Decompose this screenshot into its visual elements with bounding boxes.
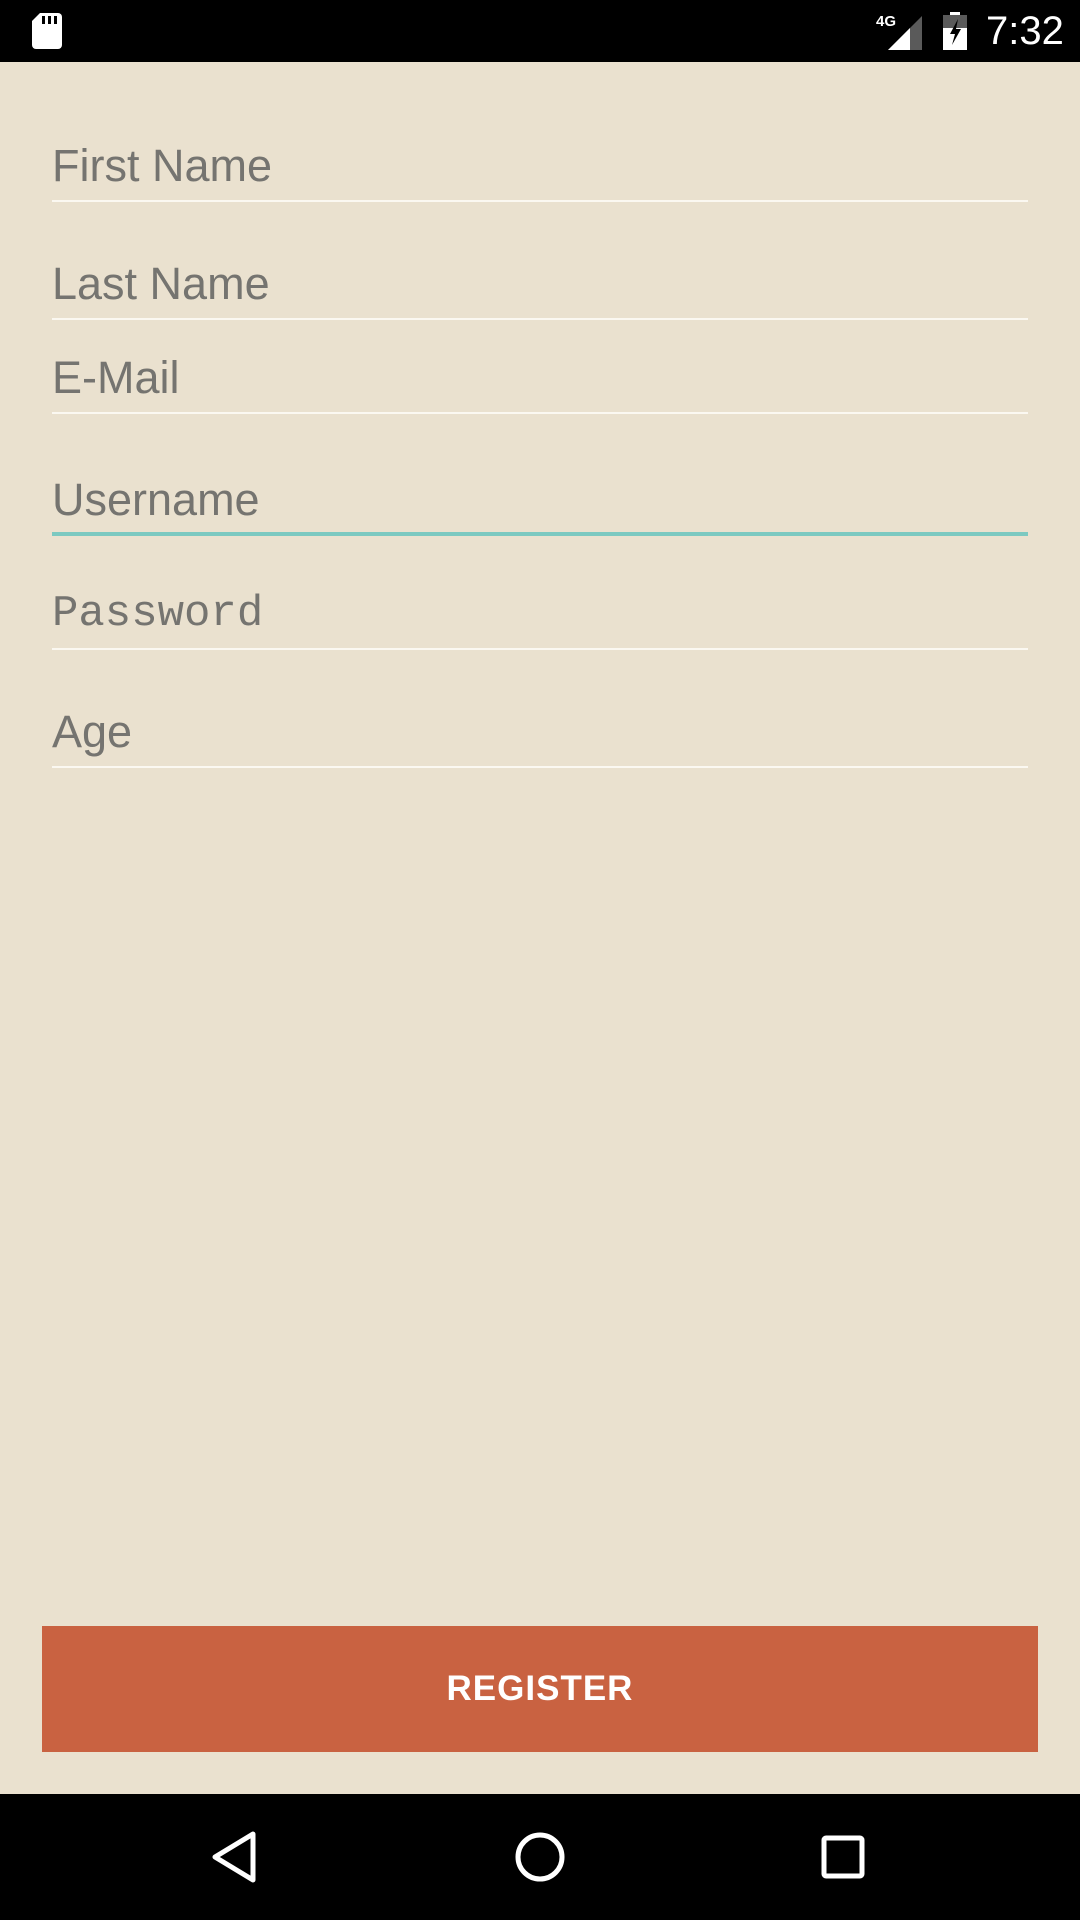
recents-icon[interactable] bbox=[810, 1824, 876, 1890]
cellular-signal-icon: 4G bbox=[876, 13, 922, 50]
first-name-field[interactable]: First Name bbox=[52, 124, 1028, 202]
last-name-field[interactable]: Last Name bbox=[52, 242, 1028, 320]
username-field[interactable]: Username bbox=[52, 454, 1028, 536]
age-field[interactable]: Age bbox=[52, 690, 1028, 768]
password-field[interactable]: Password bbox=[52, 572, 1028, 650]
last-name-underline bbox=[52, 318, 1028, 320]
username-underline bbox=[52, 532, 1028, 536]
battery-charging-icon bbox=[943, 12, 967, 50]
password-underline bbox=[52, 648, 1028, 650]
age-underline bbox=[52, 766, 1028, 768]
username-placeholder: Username bbox=[52, 474, 260, 525]
register-button[interactable]: REGISTER bbox=[42, 1626, 1038, 1752]
back-icon[interactable] bbox=[203, 1824, 269, 1890]
first-name-underline bbox=[52, 200, 1028, 202]
age-placeholder: Age bbox=[52, 706, 133, 757]
status-time: 7:32 bbox=[986, 9, 1064, 53]
email-underline bbox=[52, 412, 1028, 414]
status-bar: 4G 7:32 bbox=[0, 0, 1080, 62]
navigation-bar bbox=[0, 1794, 1080, 1920]
email-placeholder: E-Mail bbox=[52, 352, 180, 403]
password-placeholder: Password bbox=[52, 589, 264, 639]
sd-card-icon bbox=[32, 13, 62, 49]
email-field[interactable]: E-Mail bbox=[52, 336, 1028, 414]
network-type-label: 4G bbox=[876, 13, 896, 30]
last-name-placeholder: Last Name bbox=[52, 258, 270, 309]
first-name-placeholder: First Name bbox=[52, 140, 273, 191]
home-icon[interactable] bbox=[507, 1824, 573, 1890]
